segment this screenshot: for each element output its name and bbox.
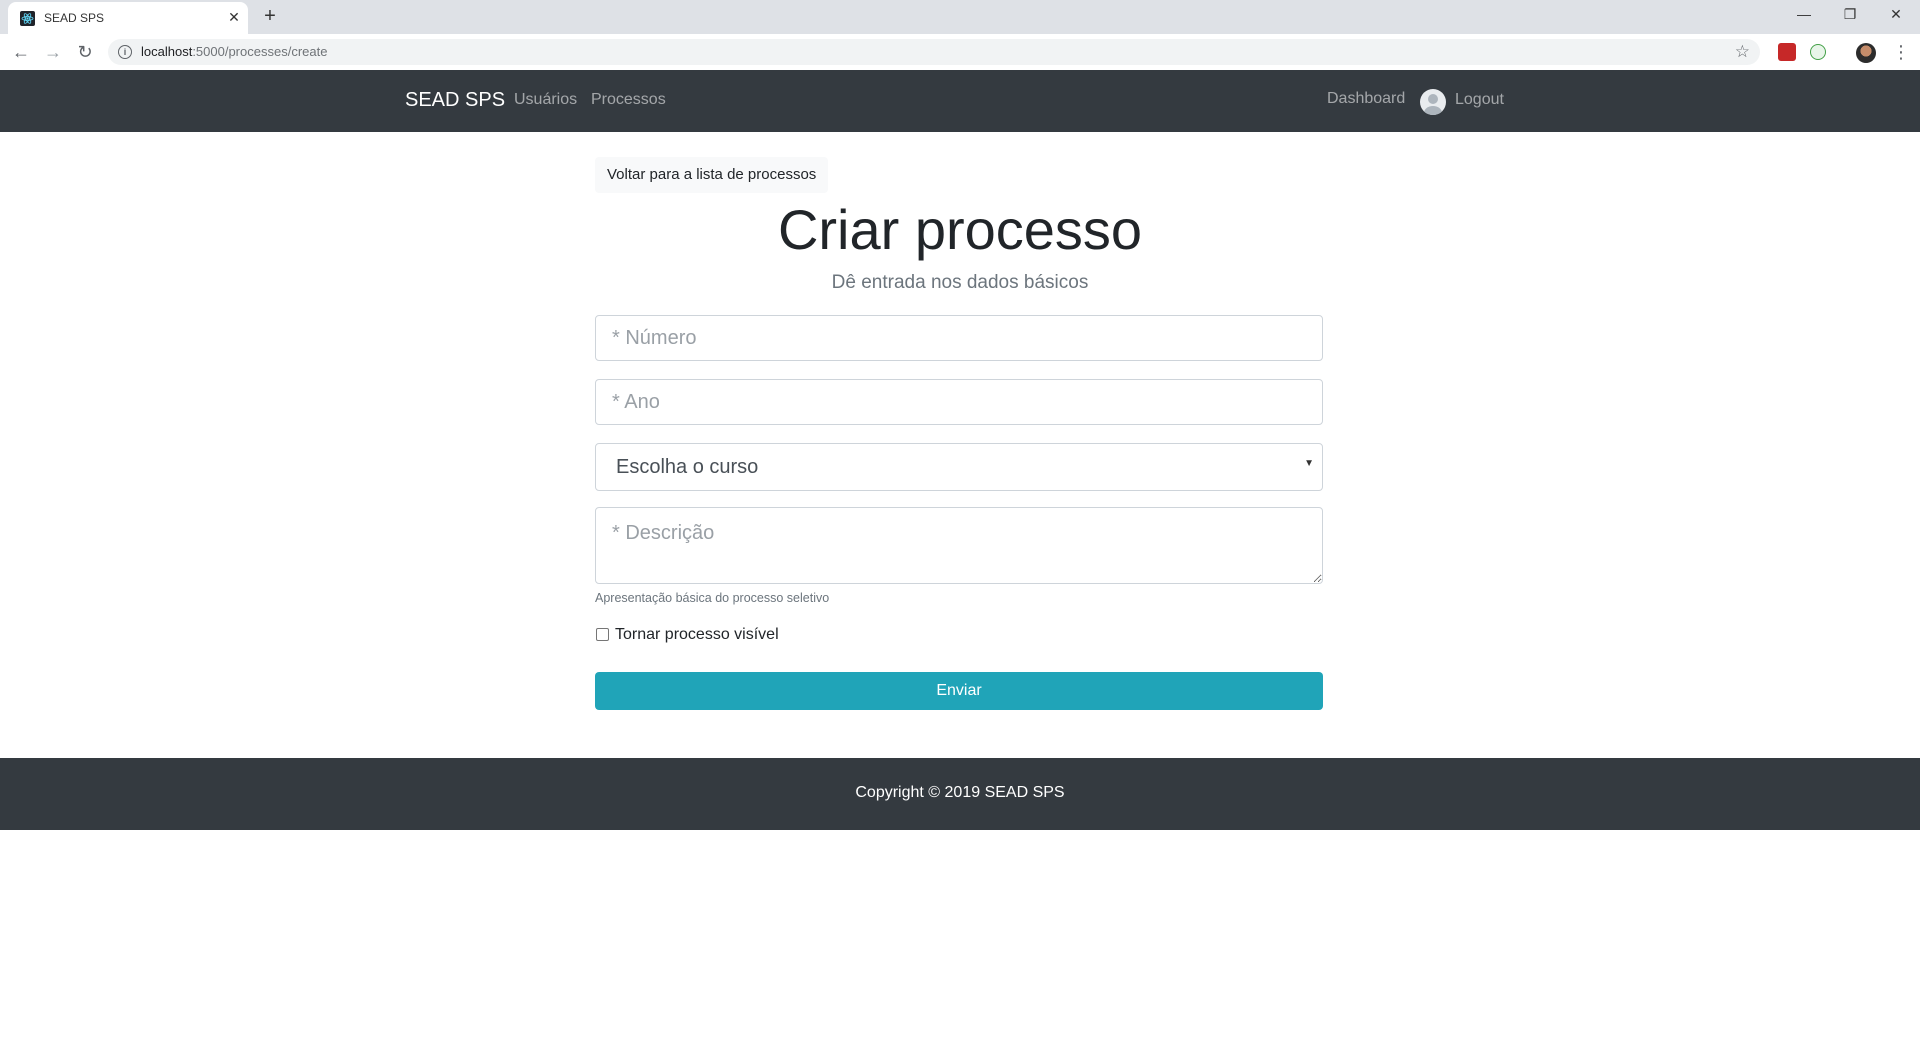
descricao-textarea[interactable] bbox=[595, 507, 1323, 584]
address-bar[interactable]: i localhost:5000/processes/create ☆ bbox=[108, 39, 1760, 65]
visible-checkbox-label[interactable]: Tornar processo visível bbox=[615, 626, 779, 644]
forward-arrow-icon[interactable]: → bbox=[43, 42, 63, 62]
browser-tab[interactable]: SEAD SPS ✕ bbox=[8, 2, 248, 34]
new-tab-button[interactable]: + bbox=[260, 6, 280, 26]
reload-icon[interactable]: ↻ bbox=[75, 42, 95, 62]
curso-select-value: Escolha o curso bbox=[616, 456, 759, 478]
close-window-icon[interactable]: ✕ bbox=[1882, 4, 1910, 24]
curso-select[interactable]: Escolha o curso ▼ bbox=[595, 443, 1323, 491]
page-subtitle: Dê entrada nos dados básicos bbox=[831, 272, 1089, 293]
browser-menu-icon[interactable]: ⋮ bbox=[1892, 42, 1910, 63]
restore-icon[interactable]: ❐ bbox=[1836, 4, 1864, 24]
profile-avatar-icon[interactable] bbox=[1856, 43, 1876, 63]
extension-green-icon[interactable] bbox=[1810, 44, 1826, 60]
browser-tab-bar: SEAD SPS ✕ + — ❐ ✕ bbox=[0, 0, 1920, 34]
react-favicon-icon bbox=[20, 11, 35, 26]
visible-checkbox[interactable] bbox=[596, 628, 609, 641]
submit-button[interactable]: Enviar bbox=[595, 672, 1323, 710]
site-footer: Copyright © 2019 SEAD SPS bbox=[0, 758, 1920, 830]
page-title: Criar processo bbox=[777, 198, 1143, 261]
numero-input[interactable] bbox=[595, 315, 1323, 361]
tab-close-icon[interactable]: ✕ bbox=[226, 9, 242, 25]
site-navbar: SEAD SPS Usuários Processos Dashboard Lo… bbox=[0, 70, 1920, 132]
minimize-icon[interactable]: — bbox=[1790, 4, 1818, 24]
url-text: localhost:5000/processes/create bbox=[141, 44, 328, 59]
navbar-brand[interactable]: SEAD SPS bbox=[405, 89, 505, 112]
tab-title: SEAD SPS bbox=[44, 11, 105, 25]
nav-link-dashboard[interactable]: Dashboard bbox=[1327, 90, 1405, 108]
nav-link-processos[interactable]: Processos bbox=[591, 91, 666, 109]
bookmark-star-icon[interactable]: ☆ bbox=[1735, 42, 1750, 62]
site-info-icon[interactable]: i bbox=[118, 45, 132, 59]
descricao-help-text: Apresentação básica do processo seletivo bbox=[595, 591, 830, 605]
back-to-list-button[interactable]: Voltar para a lista de processos bbox=[595, 157, 829, 193]
back-arrow-icon[interactable]: ← bbox=[11, 42, 31, 62]
nav-link-usuarios[interactable]: Usuários bbox=[514, 91, 577, 109]
browser-toolbar: ← → ↻ i localhost:5000/processes/create … bbox=[0, 34, 1920, 71]
chevron-down-icon: ▼ bbox=[1304, 458, 1314, 469]
extension-red-icon[interactable] bbox=[1778, 43, 1796, 61]
nav-link-logout[interactable]: Logout bbox=[1455, 91, 1504, 109]
user-avatar-icon[interactable] bbox=[1420, 89, 1446, 115]
ano-input[interactable] bbox=[595, 379, 1323, 425]
footer-copyright: Copyright © 2019 SEAD SPS bbox=[855, 784, 1065, 801]
